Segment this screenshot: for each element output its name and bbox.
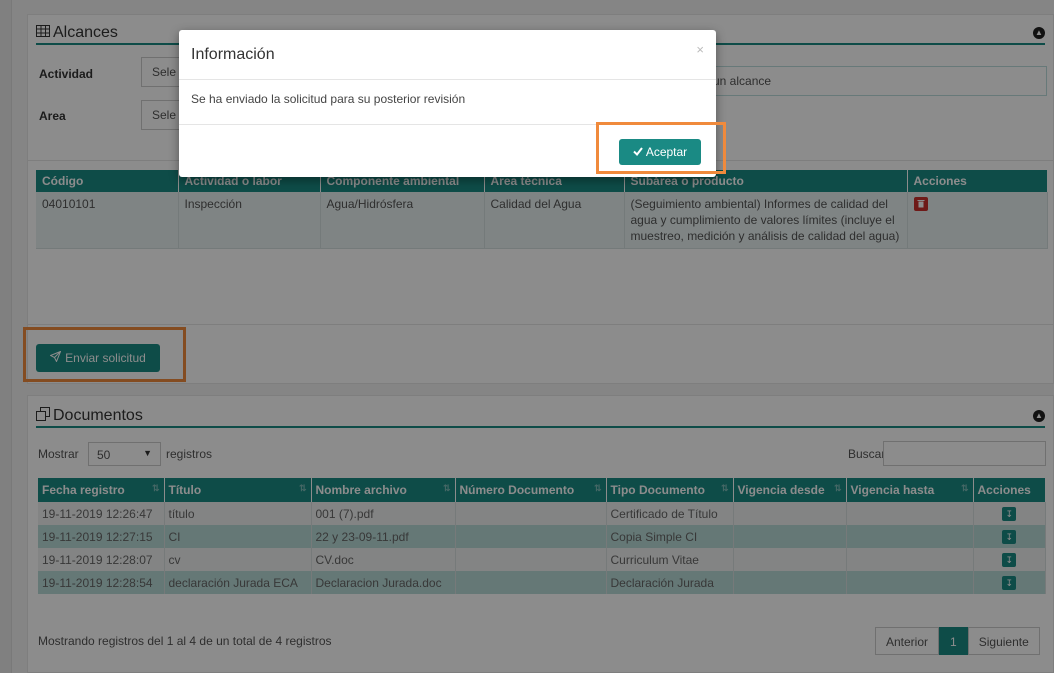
modal-message: Se ha enviado la solicitud para su poste… — [179, 80, 716, 125]
modal-title: Información — [191, 45, 275, 63]
highlight-accept — [596, 122, 726, 174]
close-icon[interactable]: × — [696, 42, 704, 57]
modal-header: Información × — [179, 30, 716, 80]
